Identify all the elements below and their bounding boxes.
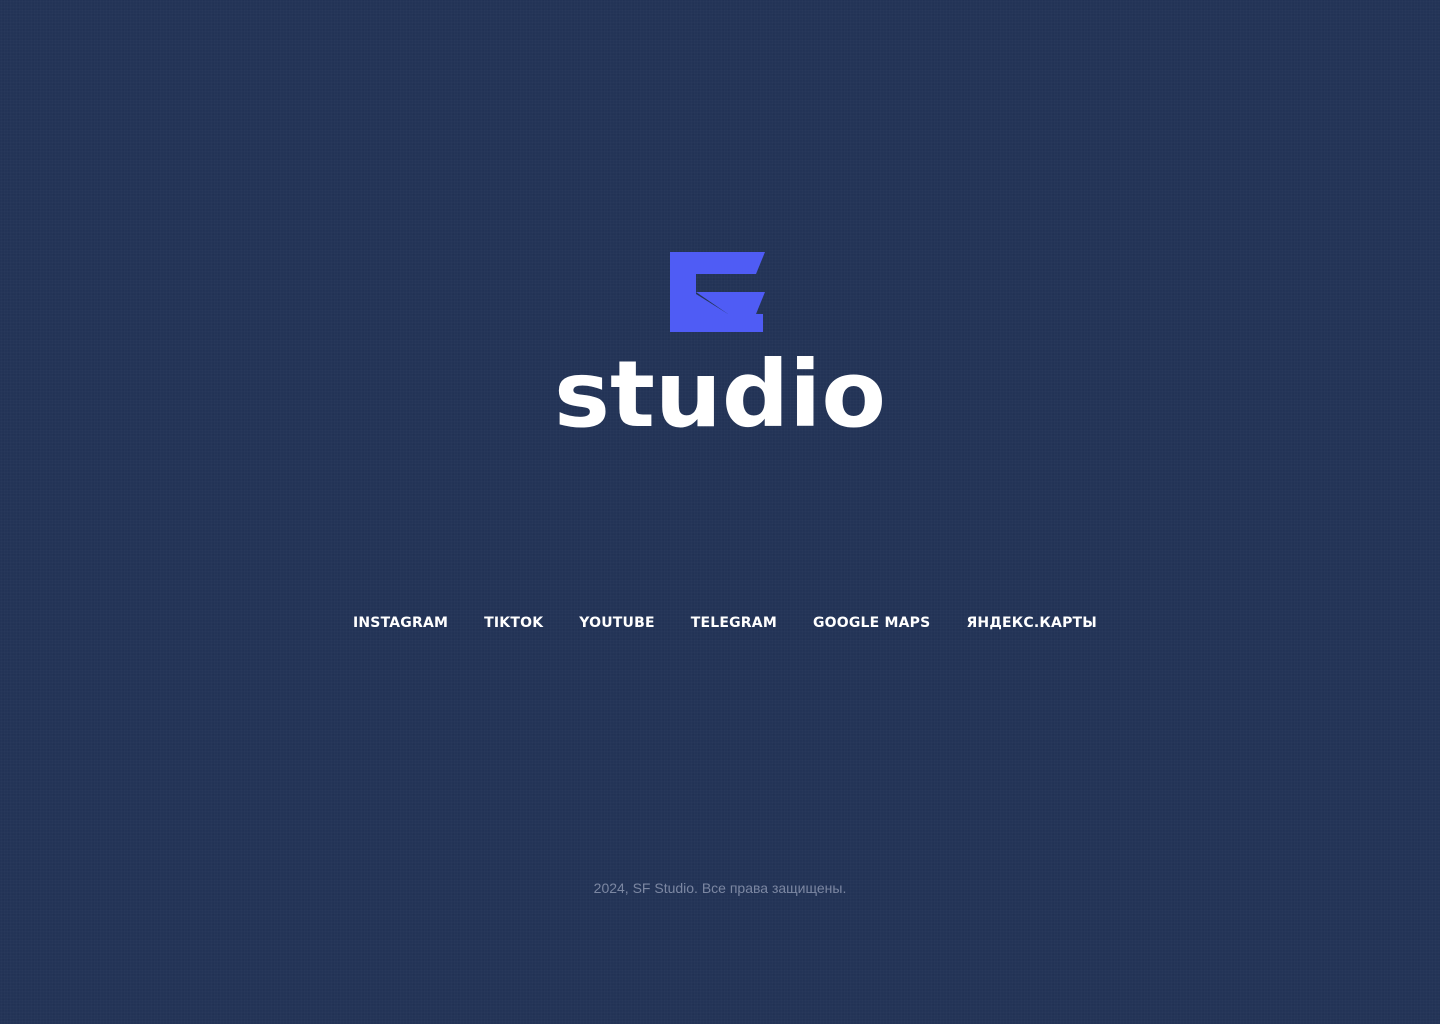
youtube-link[interactable]: YOUTUBE [579,615,654,631]
studio-wordmark-text: studio [554,350,886,430]
sf-logo-mark-icon [670,252,765,332]
google-maps-link[interactable]: GOOGLE MAPS [813,615,930,631]
instagram-link[interactable]: INSTAGRAM [353,615,448,631]
studio-wordmark: studio [554,350,886,430]
sf-studio-logo: studio [552,250,888,435]
tiktok-link[interactable]: TIKTOK [484,615,543,631]
copyright-text: 2024, SF Studio. Все права защищены. [593,880,847,896]
yandex-maps-link[interactable]: ЯНДЕКС.КАРТЫ [966,615,1097,631]
social-links-nav: INSTAGRAM TIKTOK YOUTUBE TELEGRAM GOOGLE… [0,612,1440,634]
telegram-link[interactable]: TELEGRAM [691,615,777,631]
background-texture [0,0,1440,1024]
